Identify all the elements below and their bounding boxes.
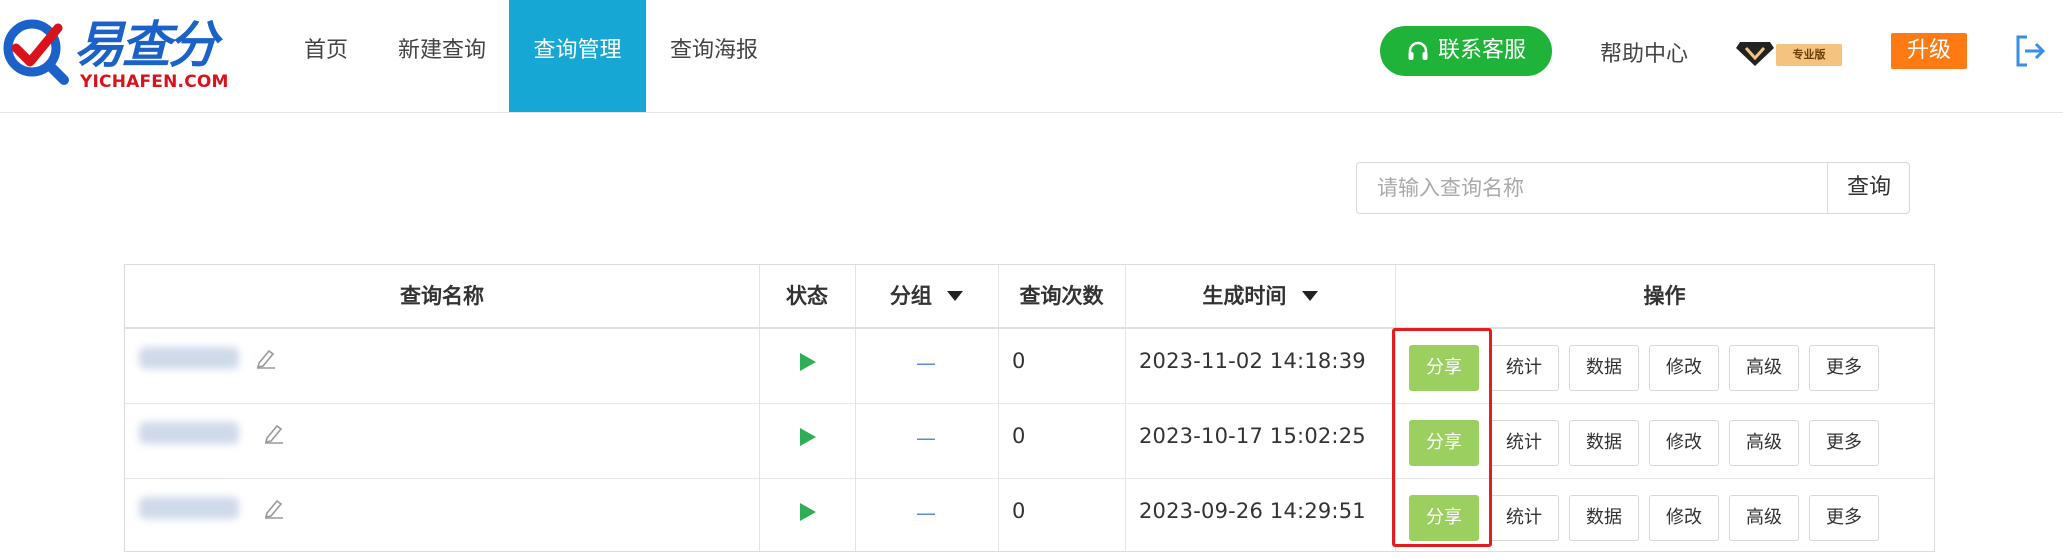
time-cell: 2023-11-02 14:18:39 <box>1125 329 1395 403</box>
more-button[interactable]: 更多 <box>1809 495 1879 541</box>
pencil-icon[interactable] <box>263 497 285 519</box>
created-time: 2023-10-17 15:02:25 <box>1139 424 1366 448</box>
query-name-blurred <box>139 422 239 444</box>
contact-service-label: 联系客服 <box>1438 38 1527 63</box>
status-cell <box>759 404 855 478</box>
nav-new-query[interactable]: 新建查询 <box>384 0 500 112</box>
status-cell <box>759 329 855 403</box>
query-name-blurred <box>139 347 239 369</box>
nav-home[interactable]: 首页 <box>288 0 364 112</box>
group-value[interactable]: — <box>855 501 997 525</box>
stats-button[interactable]: 统计 <box>1489 345 1559 391</box>
count-cell: 0 <box>998 329 1125 403</box>
advanced-button[interactable]: 高级 <box>1729 495 1799 541</box>
caret-down-icon <box>947 291 964 301</box>
time-cell: 2023-09-26 14:29:51 <box>1125 479 1395 553</box>
nav-query-poster[interactable]: 查询海报 <box>656 0 772 112</box>
group-value[interactable]: — <box>855 426 997 450</box>
column-header-name: 查询名称 <box>400 284 484 308</box>
table-row: — 0 2023-11-02 14:18:39 分享 统计 数据 修改 高级 更… <box>125 329 1934 404</box>
play-icon[interactable] <box>759 351 855 373</box>
group-cell: — <box>855 479 998 553</box>
status-cell <box>759 479 855 553</box>
search-bar: 查询 <box>1356 162 1910 214</box>
data-button[interactable]: 数据 <box>1569 345 1639 391</box>
column-header-group-label: 分组 <box>889 284 932 308</box>
upgrade-button[interactable]: 升级 <box>1891 33 1967 69</box>
query-name-cell <box>125 404 759 478</box>
logo-text: 易查分 <box>74 16 218 74</box>
query-count: 0 <box>1012 424 1026 448</box>
query-name-blurred <box>139 497 239 519</box>
help-center-link[interactable]: 帮助中心 <box>1600 36 1688 68</box>
edit-button[interactable]: 修改 <box>1649 345 1719 391</box>
stats-button[interactable]: 统计 <box>1489 495 1559 541</box>
column-header-time[interactable]: 生成时间 <box>1125 265 1395 327</box>
more-button[interactable]: 更多 <box>1809 345 1879 391</box>
table-row: — 0 2023-09-26 14:29:51 分享 统计 数据 修改 高级 更… <box>125 479 1934 553</box>
search-button[interactable]: 查询 <box>1827 163 1910 213</box>
created-time: 2023-09-26 14:29:51 <box>1139 499 1366 523</box>
logo-subtext: YICHAFEN.COM <box>80 72 229 92</box>
time-cell: 2023-10-17 15:02:25 <box>1125 404 1395 478</box>
pencil-icon[interactable] <box>263 422 285 444</box>
headset-icon <box>1408 41 1428 60</box>
group-cell: — <box>855 329 998 403</box>
vip-badge[interactable]: 专业版 <box>1736 36 1844 68</box>
column-header-status: 状态 <box>786 284 828 308</box>
edit-button[interactable]: 修改 <box>1649 420 1719 466</box>
search-input[interactable] <box>1357 163 1827 213</box>
query-name-cell <box>125 329 759 403</box>
vip-tag: 专业版 <box>1776 44 1842 66</box>
query-table: 查询名称 状态 分组 查询次数 生成时间 操作 — 0 2023-11-02 1… <box>124 264 1935 552</box>
caret-down-icon <box>1301 291 1318 301</box>
column-header-group[interactable]: 分组 <box>855 265 998 327</box>
nav-query-manage[interactable]: 查询管理 <box>509 0 646 112</box>
count-cell: 0 <box>998 404 1125 478</box>
top-header: 易查分 YICHAFEN.COM 首页 新建查询 查询管理 查询海报 联系客服 … <box>0 0 2063 113</box>
column-header-count: 查询次数 <box>1019 284 1104 308</box>
advanced-button[interactable]: 高级 <box>1729 345 1799 391</box>
count-cell: 0 <box>998 479 1125 553</box>
table-header: 查询名称 状态 分组 查询次数 生成时间 操作 <box>125 265 1934 329</box>
table-row: — 0 2023-10-17 15:02:25 分享 统计 数据 修改 高级 更… <box>125 404 1934 479</box>
logout-icon[interactable] <box>2014 34 2046 68</box>
column-header-actions: 操作 <box>1643 284 1686 308</box>
advanced-button[interactable]: 高级 <box>1729 420 1799 466</box>
created-time: 2023-11-02 14:18:39 <box>1139 349 1366 373</box>
query-count: 0 <box>1012 499 1026 523</box>
play-icon[interactable] <box>759 426 855 448</box>
logo-icon <box>3 19 69 85</box>
group-value[interactable]: — <box>855 351 997 375</box>
logo[interactable]: 易查分 YICHAFEN.COM <box>0 14 230 94</box>
query-name-cell <box>125 479 759 553</box>
data-button[interactable]: 数据 <box>1569 420 1639 466</box>
data-button[interactable]: 数据 <box>1569 495 1639 541</box>
more-button[interactable]: 更多 <box>1809 420 1879 466</box>
query-count: 0 <box>1012 349 1026 373</box>
stats-button[interactable]: 统计 <box>1489 420 1559 466</box>
group-cell: — <box>855 404 998 478</box>
column-header-time-label: 生成时间 <box>1202 284 1287 308</box>
edit-button[interactable]: 修改 <box>1649 495 1719 541</box>
contact-service-button[interactable]: 联系客服 <box>1380 26 1552 76</box>
share-highlight-box <box>1392 328 1492 547</box>
diamond-icon <box>1736 42 1774 66</box>
play-icon[interactable] <box>759 501 855 523</box>
pencil-icon[interactable] <box>255 347 277 369</box>
